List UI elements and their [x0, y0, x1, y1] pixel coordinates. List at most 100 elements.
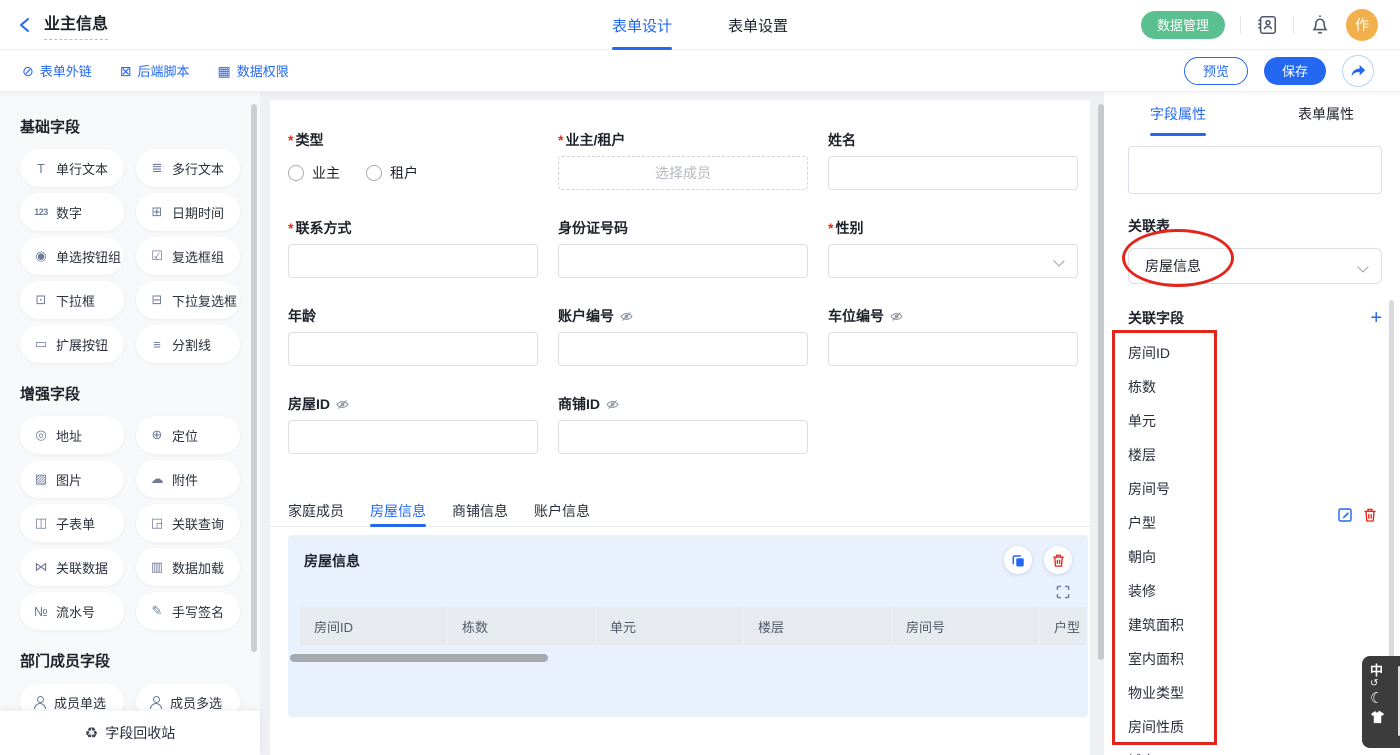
inspector-tab-form-props[interactable]: 表单属性 [1252, 92, 1400, 136]
field-type-button[interactable]: ✎手写签名 [136, 592, 240, 630]
form-field[interactable]: 房屋ID [288, 394, 538, 454]
field-type-button[interactable]: ◲关联查询 [136, 504, 240, 542]
inspector-tab-field-props[interactable]: 字段属性 [1104, 92, 1252, 136]
contact-book-icon[interactable] [1256, 14, 1278, 36]
subform-hscrollbar[interactable] [290, 654, 548, 662]
field-recycle-bin[interactable]: ♻ 字段回收站 [0, 711, 260, 755]
form-field[interactable]: *性别 [828, 218, 1078, 278]
form-field[interactable]: *业主/租户选择成员 [558, 130, 808, 190]
subform-panel[interactable]: 房屋信息 房间ID栋数单元楼层房间号户型 [288, 535, 1088, 717]
radio-option-label: 租户 [390, 163, 418, 183]
toolbar-link[interactable]: ▦数据权限 [218, 61, 289, 80]
theme-skin-icon[interactable] [1370, 710, 1400, 724]
field-type-button[interactable]: ≡分割线 [136, 325, 240, 363]
field-type-button[interactable]: T单行文本 [20, 149, 124, 187]
copy-subform-button[interactable] [1004, 546, 1032, 574]
radio-option-label: 业主 [312, 163, 340, 183]
text-input[interactable] [828, 332, 1078, 366]
text-input[interactable] [288, 420, 538, 454]
related-field-item[interactable]: 物业类型 [1104, 676, 1400, 710]
field-type-label: 数据加载 [172, 558, 224, 577]
field-type-button[interactable]: ⊡下拉框 [20, 281, 124, 319]
translate-toggle[interactable]: 中 [1370, 664, 1400, 678]
field-type-button[interactable]: ◉单选按钮组 [20, 237, 124, 275]
related-field-item[interactable]: 房间号 [1104, 472, 1400, 506]
radio-option[interactable]: 业主 [288, 163, 340, 183]
field-type-button[interactable]: ◫子表单 [20, 504, 124, 542]
related-field-item[interactable]: 装修 [1104, 574, 1400, 608]
related-field-item[interactable]: 栋数 [1104, 370, 1400, 404]
field-type-button[interactable]: ☑复选框组 [136, 237, 240, 275]
description-input[interactable] [1128, 146, 1382, 194]
edit-field-icon[interactable] [1337, 507, 1353, 523]
text-input[interactable] [828, 156, 1078, 190]
form-field[interactable]: 姓名 [828, 130, 1078, 190]
toolbar-link[interactable]: ⊘表单外链 [22, 61, 92, 80]
related-field-item[interactable]: 城市 [1104, 744, 1400, 755]
delete-subform-button[interactable] [1044, 546, 1072, 574]
subform-tab[interactable]: 账户信息 [534, 496, 590, 526]
sidebar-scrollbar[interactable] [251, 104, 257, 652]
member-picker[interactable]: 选择成员 [558, 156, 808, 190]
form-field[interactable]: 车位编号 [828, 306, 1078, 366]
select-input[interactable] [828, 244, 1078, 278]
field-type-button[interactable]: №流水号 [20, 592, 124, 630]
field-type-button[interactable]: ▥数据加载 [136, 548, 240, 586]
field-type-button[interactable]: ▨图片 [20, 460, 124, 498]
form-field[interactable]: 商铺ID [558, 394, 808, 454]
related-field-item[interactable]: 房间性质 [1104, 710, 1400, 744]
back-button[interactable] [18, 17, 32, 33]
related-table-select[interactable]: 房屋信息 [1128, 248, 1382, 284]
field-type-button[interactable]: ≣多行文本 [136, 149, 240, 187]
form-field-label: 姓名 [828, 130, 1078, 150]
radio-option[interactable]: 租户 [366, 163, 418, 183]
header-tab-form-design[interactable]: 表单设计 [612, 0, 672, 50]
related-field-item[interactable]: 房间ID [1104, 336, 1400, 370]
subform-tab[interactable]: 家庭成员 [288, 496, 344, 526]
user-avatar[interactable]: 作 [1346, 9, 1378, 41]
save-button[interactable]: 保存 [1264, 57, 1326, 85]
field-type-button[interactable]: ⋈关联数据 [20, 548, 124, 586]
field-label-text: 账户编号 [558, 306, 614, 326]
form-field[interactable]: 年龄 [288, 306, 538, 366]
form-field[interactable]: *联系方式 [288, 218, 538, 278]
text-input[interactable] [558, 244, 808, 278]
field-type-button[interactable]: ⊟下拉复选框 [136, 281, 240, 319]
field-type-button[interactable]: 123数字 [20, 193, 124, 231]
text-input[interactable] [558, 332, 808, 366]
subform-tab[interactable]: 房屋信息 [370, 496, 426, 526]
related-field-item[interactable]: 朝向 [1104, 540, 1400, 574]
form-field[interactable]: 身份证号码 [558, 218, 808, 278]
field-type-button[interactable]: ◎地址 [20, 416, 124, 454]
related-field-item[interactable]: 单元 [1104, 404, 1400, 438]
notification-bell-icon[interactable] [1309, 14, 1331, 36]
data-manage-button[interactable]: 数据管理 [1141, 11, 1225, 39]
field-label-text: 姓名 [828, 130, 856, 150]
delete-field-icon[interactable] [1362, 507, 1378, 523]
related-field-item[interactable]: 楼层 [1104, 438, 1400, 472]
related-field-item[interactable]: 室内面积 [1104, 642, 1400, 676]
field-type-button[interactable]: ⊕定位 [136, 416, 240, 454]
text-input[interactable] [288, 332, 538, 366]
field-type-button[interactable]: ⊞日期时间 [136, 193, 240, 231]
toolbar-link[interactable]: ⊠后端脚本 [120, 61, 190, 80]
field-type-button[interactable]: ☁附件 [136, 460, 240, 498]
page-title[interactable]: 业主信息 [44, 10, 108, 40]
form-field[interactable]: 账户编号 [558, 306, 808, 366]
form-field[interactable]: *类型业主租户 [288, 130, 538, 190]
undo-icon[interactable]: ↺ [1370, 678, 1400, 690]
single-line-text-icon: T [33, 161, 49, 176]
share-button[interactable] [1342, 55, 1374, 87]
expand-subform-icon[interactable] [1056, 585, 1070, 599]
field-type-button[interactable]: ▭扩展按钮 [20, 325, 124, 363]
text-input[interactable] [288, 244, 538, 278]
add-related-field-button[interactable]: + [1370, 308, 1382, 328]
related-field-item[interactable]: 建筑面积 [1104, 608, 1400, 642]
inspector-scrollbar[interactable] [1389, 300, 1394, 660]
dark-mode-icon[interactable]: ☾ [1370, 690, 1400, 708]
text-input[interactable] [558, 420, 808, 454]
header-tab-form-settings[interactable]: 表单设置 [728, 0, 788, 50]
preview-button[interactable]: 预览 [1184, 57, 1248, 85]
canvas-scrollbar[interactable] [1098, 104, 1104, 660]
subform-tab[interactable]: 商铺信息 [452, 496, 508, 526]
